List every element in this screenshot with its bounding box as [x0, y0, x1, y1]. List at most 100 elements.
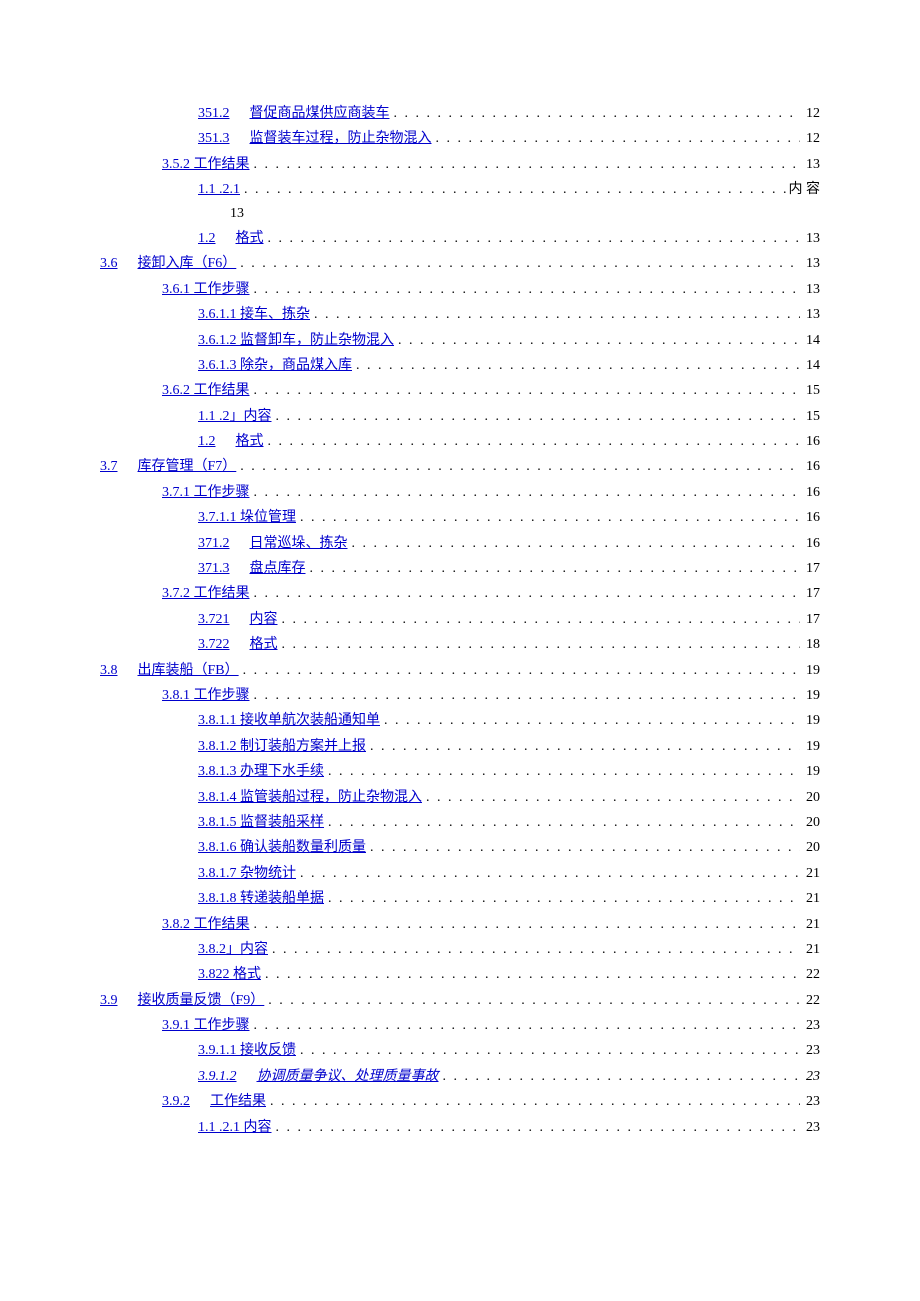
dot-leader: . . . . . . . . . . . . . . . . . . . . … — [240, 179, 789, 201]
toc-entry: 3.8.1.6 确认装船数量利质量. . . . . . . . . . . .… — [100, 837, 820, 859]
toc-entry: 3.8.1.7 杂物统计. . . . . . . . . . . . . . … — [100, 863, 820, 885]
dot-leader: . . . . . . . . . . . . . . . . . . . . … — [239, 660, 800, 682]
toc-link[interactable]: 3.7.1.1 垛位管理 — [198, 507, 296, 529]
toc-title-link[interactable]: 库存管理（F7） — [138, 456, 237, 478]
toc-title-link[interactable]: 格式 — [236, 431, 264, 453]
toc-page-number: 21 — [800, 863, 820, 885]
toc-title-link[interactable]: 监督装车过程，防止杂物混入 — [250, 128, 432, 150]
toc-link[interactable]: 3.8.1.3 办理下水手续 — [198, 761, 324, 783]
toc-link[interactable]: 371.2 — [198, 533, 230, 555]
toc-title-link[interactable]: 接收质量反馈（F9） — [138, 990, 265, 1012]
toc-title-link[interactable]: 督促商品煤供应商装车 — [250, 103, 390, 125]
toc-link[interactable]: 3.8.1.2 制订装船方案并上报 — [198, 736, 366, 758]
dot-leader: . . . . . . . . . . . . . . . . . . . . … — [324, 888, 800, 910]
toc-link[interactable]: 3.6 — [100, 253, 118, 275]
toc-page-number: 19 — [800, 761, 820, 783]
toc-page-number: 16 — [800, 507, 820, 529]
toc-page-number: 16 — [800, 456, 820, 478]
toc-page-number: 23 — [800, 1117, 820, 1139]
toc-link[interactable]: 3.8.1.1 接收单航次装船通知单 — [198, 710, 380, 732]
dot-leader: . . . . . . . . . . . . . . . . . . . . … — [422, 787, 800, 809]
dot-leader: . . . . . . . . . . . . . . . . . . . . … — [250, 685, 801, 707]
toc-title-link[interactable]: 工作结果 — [210, 1091, 266, 1113]
toc-link[interactable]: 3.9.1.2 — [198, 1066, 237, 1088]
toc-link[interactable]: 3.9.2 — [162, 1091, 190, 1113]
toc-link[interactable]: 3.8.1.6 确认装船数量利质量 — [198, 837, 366, 859]
toc-link[interactable]: 3.9 — [100, 990, 118, 1012]
toc-link[interactable]: 1.2 — [198, 431, 216, 453]
toc-link[interactable]: 3.722 — [198, 634, 230, 656]
toc-link[interactable]: 3.7.2 工作结果 — [162, 583, 250, 605]
toc-page-number: 23 — [800, 1015, 820, 1037]
dot-leader: . . . . . . . . . . . . . . . . . . . . … — [278, 634, 801, 656]
toc-entry: 371.2日常巡垛、拣杂. . . . . . . . . . . . . . … — [100, 533, 820, 555]
toc-page-number: 15 — [800, 380, 820, 402]
toc-page-number: 16 — [800, 431, 820, 453]
toc-page-number: 21 — [800, 888, 820, 910]
toc-title-link[interactable]: 出库装船（FB） — [138, 660, 239, 682]
toc-page-number: 20 — [800, 837, 820, 859]
toc-link[interactable]: 351.2 — [198, 103, 230, 125]
dot-leader: . . . . . . . . . . . . . . . . . . . . … — [366, 837, 800, 859]
toc-link[interactable]: 1.1 .2」内容 — [198, 406, 272, 428]
toc-entry: 3.8.1.1 接收单航次装船通知单. . . . . . . . . . . … — [100, 710, 820, 732]
toc-page-number: 17 — [800, 558, 820, 580]
dot-leader: . . . . . . . . . . . . . . . . . . . . … — [268, 939, 800, 961]
dot-leader: . . . . . . . . . . . . . . . . . . . . … — [250, 914, 801, 936]
toc-title-link[interactable]: 协调质量争议、处理质量事故 — [257, 1066, 439, 1088]
toc-link[interactable]: 3.7 — [100, 456, 118, 478]
toc-title-link[interactable]: 格式 — [236, 228, 264, 250]
toc-link[interactable]: 1.1 .2.1 — [198, 179, 240, 201]
toc-link[interactable]: 1.2 — [198, 228, 216, 250]
toc-link[interactable]: 3.9.1.1 接收反馈 — [198, 1040, 296, 1062]
toc-title-link[interactable]: 接卸入库（F6） — [138, 253, 237, 275]
toc-title-link[interactable]: 内容 — [250, 609, 278, 631]
toc-link[interactable]: 3.8 — [100, 660, 118, 682]
toc-page-number: 20 — [800, 787, 820, 809]
toc-link[interactable]: 3.9.1 工作步骤 — [162, 1015, 250, 1037]
toc-entry: 3.9.1.1 接收反馈. . . . . . . . . . . . . . … — [100, 1040, 820, 1062]
toc-link[interactable]: 3.7.1 工作步骤 — [162, 482, 250, 504]
toc-entry: 3.6.1 工作步骤. . . . . . . . . . . . . . . … — [100, 279, 820, 301]
toc-entry: 3.6.1.1 接车、拣杂. . . . . . . . . . . . . .… — [100, 304, 820, 326]
toc-link[interactable]: 3.8.1.7 杂物统计 — [198, 863, 296, 885]
toc-link[interactable]: 371.3 — [198, 558, 230, 580]
toc-link[interactable]: 3.822 格式 — [198, 964, 261, 986]
toc-page-number: 14 — [800, 330, 820, 352]
toc-entry: 3.7.1.1 垛位管理. . . . . . . . . . . . . . … — [100, 507, 820, 529]
toc-link[interactable]: 351.3 — [198, 128, 230, 150]
toc-entry: 3.8.1.3 办理下水手续. . . . . . . . . . . . . … — [100, 761, 820, 783]
toc-link[interactable]: 3.6.1.2 监督卸车，防止杂物混入 — [198, 330, 394, 352]
toc-entry: 3.6.2 工作结果. . . . . . . . . . . . . . . … — [100, 380, 820, 402]
toc-page-number: 23 — [800, 1091, 820, 1113]
toc-page-number: 19 — [800, 710, 820, 732]
dot-leader: . . . . . . . . . . . . . . . . . . . . … — [366, 736, 800, 758]
toc-title-link[interactable]: 日常巡垛、拣杂 — [250, 533, 348, 555]
toc-link[interactable]: 3.721 — [198, 609, 230, 631]
toc-link[interactable]: 3.8.2 工作结果 — [162, 914, 250, 936]
toc-title-link[interactable]: 盘点库存 — [250, 558, 306, 580]
toc-link[interactable]: 3.8.1.4 监管装船过程，防止杂物混入 — [198, 787, 422, 809]
toc-link[interactable]: 3.8.1 工作步骤 — [162, 685, 250, 707]
dot-leader: . . . . . . . . . . . . . . . . . . . . … — [432, 128, 801, 150]
toc-link[interactable]: 3.8.2」内容 — [198, 939, 268, 961]
toc-link[interactable]: 3.6.2 工作结果 — [162, 380, 250, 402]
toc-entry: 3.8.1.5 监督装船采样. . . . . . . . . . . . . … — [100, 812, 820, 834]
dot-leader: . . . . . . . . . . . . . . . . . . . . … — [310, 304, 800, 326]
dot-leader: . . . . . . . . . . . . . . . . . . . . … — [352, 355, 800, 377]
toc-link[interactable]: 1.1 .2.1 内容 — [198, 1117, 272, 1139]
toc-link[interactable]: 3.6.1.1 接车、拣杂 — [198, 304, 310, 326]
toc-link[interactable]: 3.6.1.3 除杂，商品煤入库 — [198, 355, 352, 377]
dot-leader: . . . . . . . . . . . . . . . . . . . . … — [250, 380, 801, 402]
dot-leader: . . . . . . . . . . . . . . . . . . . . … — [324, 812, 800, 834]
toc-link[interactable]: 3.8.1.8 转递装船单据 — [198, 888, 324, 910]
toc-page-number: 16 — [800, 533, 820, 555]
toc-entry: 1.1 .2」内容. . . . . . . . . . . . . . . .… — [100, 406, 820, 428]
toc-link[interactable]: 3.5.2 工作结果 — [162, 154, 250, 176]
toc-page-number: 16 — [800, 482, 820, 504]
toc-page-number: 21 — [800, 914, 820, 936]
toc-link[interactable]: 3.8.1.5 监督装船采样 — [198, 812, 324, 834]
toc-link[interactable]: 3.6.1 工作步骤 — [162, 279, 250, 301]
table-of-contents: 351.2 督促商品煤供应商装车 . . . . . . . . . . . . .… — [100, 103, 820, 1139]
toc-title-link[interactable]: 格式 — [250, 634, 278, 656]
